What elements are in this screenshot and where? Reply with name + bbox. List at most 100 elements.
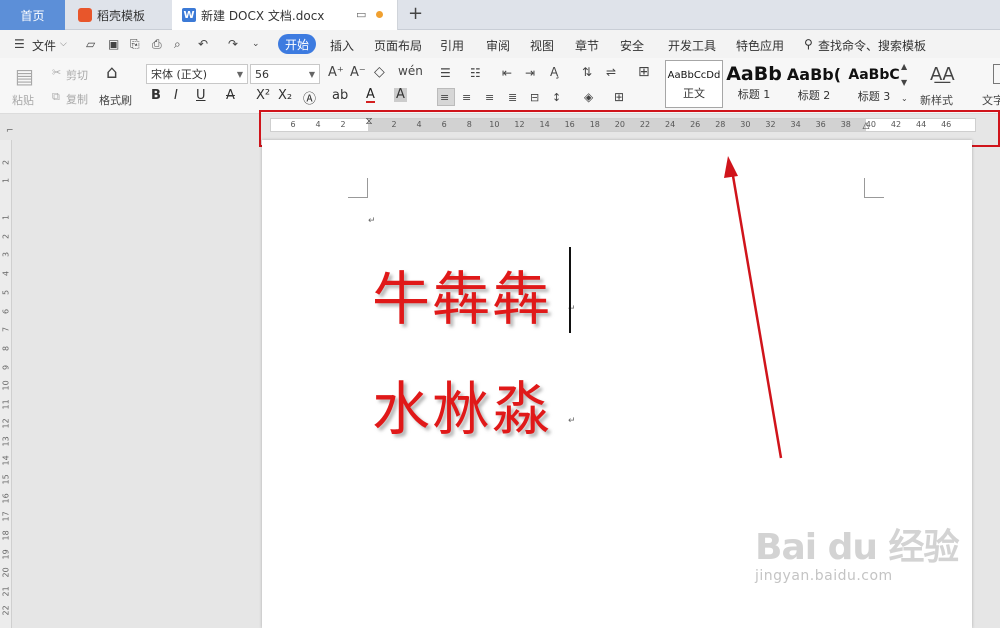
vruler-number: 18 — [1, 530, 11, 541]
print-preview-icon[interactable]: ⌕ — [174, 38, 187, 50]
menu-developer[interactable]: 开发工具 — [668, 37, 716, 54]
menu-special-apps[interactable]: 特色应用 — [736, 37, 784, 54]
chevron-down-icon[interactable]: ⌵ — [60, 39, 67, 49]
style-heading-2[interactable]: AaBb( 标题 2 — [785, 60, 843, 108]
gallery-scroll-down-icon[interactable]: ▼ — [901, 78, 907, 87]
new-style-button[interactable]: 新样式 — [920, 92, 953, 108]
vertical-ruler[interactable]: 2 1 1 2 3 4 5 6 7 8 9 10 11 12 13 14 15 16 17 18 19 20 21 22 — [0, 140, 12, 628]
style-preview: AaBb — [726, 63, 782, 85]
copy-icon[interactable]: ⧉ — [52, 90, 60, 104]
menu-file[interactable]: 文件 — [32, 37, 56, 54]
paste-icon[interactable]: ▤ — [15, 64, 34, 88]
show-marks-icon[interactable]: ⇌ — [606, 65, 616, 79]
document-line-2[interactable]: 水沝淼 — [372, 362, 552, 446]
copy-button[interactable]: 复制 — [66, 91, 88, 107]
superscript-icon[interactable]: X² — [256, 88, 270, 103]
redo-icon[interactable]: ↷ — [228, 38, 241, 50]
search-icon[interactable]: ⚲ — [804, 37, 813, 51]
grow-font-icon[interactable]: A⁺ — [328, 65, 344, 80]
tab-template[interactable]: 稻壳模板 — [68, 0, 168, 30]
style-normal[interactable]: AaBbCcDd 正文 — [665, 60, 723, 108]
cut-button[interactable]: 剪切 — [66, 67, 88, 83]
highlight-icon[interactable]: ab — [332, 88, 348, 103]
menu-start[interactable]: 开始 — [278, 34, 316, 54]
bullet-list-icon[interactable]: ☰ — [440, 66, 451, 80]
vruler-number: 20 — [1, 567, 11, 578]
word-doc-icon: W — [182, 8, 196, 22]
sort-icon[interactable]: ⇅ — [582, 65, 592, 79]
clear-format-icon[interactable]: ◇ — [374, 64, 385, 80]
menu-page-layout[interactable]: 页面布局 — [374, 37, 422, 54]
command-search[interactable]: 查找命令、搜索模板 — [818, 37, 926, 54]
menu-review[interactable]: 审阅 — [486, 37, 510, 54]
justify-icon[interactable]: ≣ — [508, 91, 517, 104]
strikethrough-icon[interactable]: A — [226, 88, 235, 103]
gallery-expand-icon[interactable]: ⌄ — [901, 94, 908, 103]
vruler-number: 5 — [1, 289, 11, 295]
style-heading-1[interactable]: AaBb 标题 1 — [725, 60, 783, 108]
pinyin-icon[interactable]: wén — [398, 64, 423, 78]
vruler-number: 4 — [1, 271, 11, 277]
paste-button[interactable]: 粘贴 — [12, 92, 34, 108]
shading-icon[interactable]: ◈ — [584, 90, 593, 104]
font-name-select[interactable]: 宋体 (正文) ▼ — [146, 64, 248, 84]
monitor-icon[interactable]: ▭ — [356, 8, 366, 21]
numbered-list-icon[interactable]: ☷ — [470, 66, 481, 80]
chinese-layout-icon[interactable]: A̧ — [550, 65, 558, 79]
format-painter-icon[interactable]: ⌂ — [106, 62, 117, 83]
export-pdf-icon[interactable]: ⎘ — [130, 38, 143, 50]
align-center-icon[interactable]: ≡ — [462, 91, 471, 104]
vruler-number: 2 — [1, 233, 11, 239]
line-spacing-icon[interactable]: ↕ — [552, 91, 561, 104]
customize-toolbar-icon[interactable]: ⌄ — [252, 38, 265, 50]
styles-gallery: AaBbCcDd 正文 AaBb 标题 1 AaBb( 标题 2 AaBbC 标… — [665, 60, 911, 110]
menu-security[interactable]: 安全 — [620, 37, 644, 54]
style-preview: AaBbC — [848, 67, 900, 83]
increase-indent-icon[interactable]: ⇥ — [525, 66, 535, 80]
menu-view[interactable]: 视图 — [530, 37, 554, 54]
bold-icon[interactable]: B — [151, 88, 161, 103]
decrease-indent-icon[interactable]: ⇤ — [502, 66, 512, 80]
print-icon[interactable]: ⎙ — [152, 38, 165, 50]
font-color-icon[interactable]: A — [366, 88, 375, 103]
distribute-icon[interactable]: ⊟ — [530, 91, 539, 104]
table-border-icon[interactable]: ⊞ — [638, 64, 650, 80]
menu-references[interactable]: 引用 — [440, 37, 464, 54]
menu-section[interactable]: 章节 — [575, 37, 599, 54]
document-line-1[interactable]: 牛犇犇 — [372, 252, 552, 336]
undo-icon[interactable]: ↶ — [198, 38, 211, 50]
font-size-select[interactable]: 56 ▼ — [250, 64, 320, 84]
menu-insert[interactable]: 插入 — [330, 37, 354, 54]
paragraph-mark-icon: ↵ — [568, 416, 576, 426]
align-left-icon: ≡ — [440, 91, 450, 104]
docer-logo-icon — [78, 8, 92, 22]
shrink-font-icon[interactable]: A⁻ — [350, 65, 366, 80]
borders-icon[interactable]: ⊞ — [614, 90, 624, 104]
tab-document-label: 新建 DOCX 文档.docx — [201, 8, 325, 23]
align-right-icon[interactable]: ≡ — [485, 91, 494, 104]
text-effect-icon[interactable]: Ⓐ — [303, 88, 316, 107]
scissors-icon[interactable]: ✂ — [52, 66, 61, 79]
vruler-number: 17 — [1, 511, 11, 522]
format-painter-button[interactable]: 格式刷 — [99, 92, 132, 108]
tab-home[interactable]: 首页 — [0, 0, 65, 30]
subscript-icon[interactable]: X₂ — [278, 88, 292, 103]
watermark-logo: Bai du 经验 — [755, 527, 960, 568]
style-heading-3[interactable]: AaBbC 标题 3 — [845, 60, 903, 108]
tab-tools: ▭ — [356, 8, 384, 21]
vruler-number: 10 — [1, 380, 11, 391]
save-icon[interactable]: ▣ — [108, 38, 121, 50]
vruler-number: 13 — [1, 436, 11, 447]
char-shading-icon[interactable]: A — [394, 88, 407, 102]
hamburger-menu-icon[interactable]: ☰ — [14, 38, 27, 50]
new-style-icon[interactable]: A͟A — [930, 64, 955, 85]
text-tool-icon[interactable] — [993, 64, 1000, 84]
underline-icon[interactable]: U — [196, 88, 206, 103]
ribbon-home: ▤ 粘贴 ✂ 剪切 ⧉ 复制 ⌂ 格式刷 宋体 (正文) ▼ 56 ▼ A⁺ A… — [0, 58, 1000, 114]
tab-stop-selector[interactable]: ⌐ — [6, 126, 14, 136]
text-tool-button[interactable]: 文字 — [982, 92, 1000, 108]
gallery-scroll-up-icon[interactable]: ▲ — [901, 62, 907, 71]
new-tab-button[interactable]: + — [408, 5, 423, 23]
open-folder-icon[interactable]: ▱ — [86, 38, 99, 50]
italic-icon[interactable]: I — [174, 88, 178, 103]
